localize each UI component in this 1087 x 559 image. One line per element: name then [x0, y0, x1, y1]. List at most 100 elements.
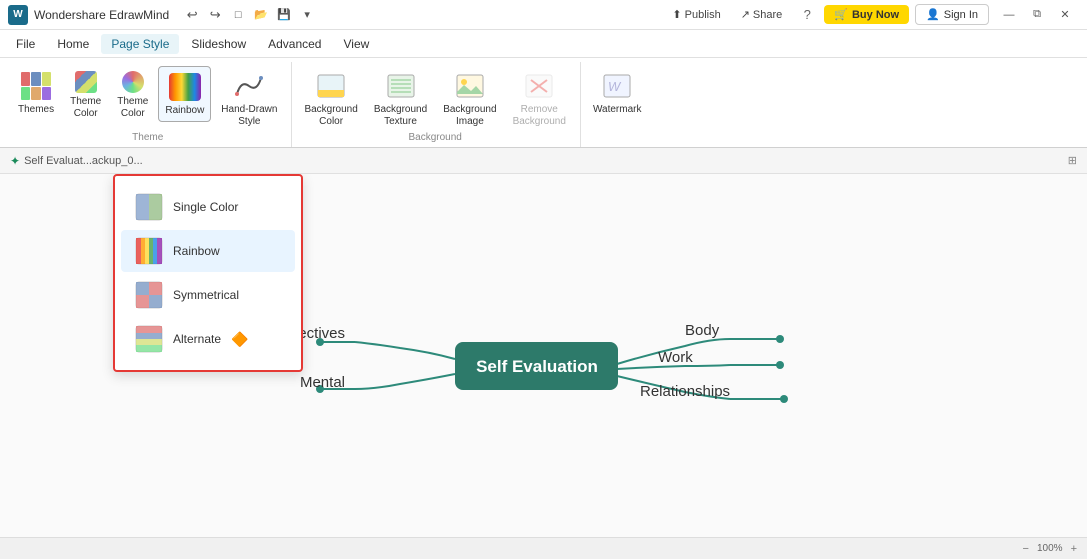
ribbon: Themes ThemeColor ThemeColor — [0, 58, 1087, 148]
rainbow-icon-dd — [135, 237, 163, 265]
window-controls: — ⧉ ✕ — [995, 4, 1079, 26]
breadcrumb-icon: ✦ — [10, 154, 20, 168]
theme-items: Themes ThemeColor ThemeColor — [12, 62, 283, 132]
breadcrumb-text: Self Evaluat...ackup_0... — [24, 155, 143, 167]
minimize-button[interactable]: — — [995, 4, 1023, 26]
dropdown-rainbow[interactable]: Rainbow — [121, 230, 295, 272]
cart-icon: 🛒 — [834, 8, 848, 21]
ribbon-group-theme: Themes ThemeColor ThemeColor — [8, 62, 292, 147]
background-texture-button[interactable]: BackgroundTexture — [368, 66, 433, 132]
menu-page-style[interactable]: Page Style — [101, 34, 179, 54]
publish-share-bar: ⬆ Publish ↗ Share ? — [666, 4, 818, 26]
menu-advanced[interactable]: Advanced — [258, 34, 331, 54]
share-icon: ↗ — [741, 8, 750, 21]
zoom-out-button[interactable]: − — [1023, 543, 1029, 555]
rainbow-icon — [169, 71, 201, 103]
buy-now-button[interactable]: 🛒 Buy Now — [824, 5, 909, 24]
theme-color2-button[interactable]: ThemeColor — [111, 66, 154, 124]
watermark-items: W Watermark — [587, 62, 648, 143]
share-button[interactable]: ↗ Share — [735, 6, 789, 23]
themes-icon — [20, 70, 52, 102]
background-items: BackgroundColor BackgroundTexture — [298, 62, 572, 132]
remove-background-icon — [523, 70, 555, 102]
hand-drawn-button[interactable]: Hand-DrawnStyle — [215, 66, 283, 132]
relationships-label: Relationships — [640, 383, 730, 400]
work-label: Work — [658, 349, 693, 366]
background-color-icon — [315, 70, 347, 102]
watermark-label: Watermark — [593, 104, 642, 116]
remove-background-button[interactable]: RemoveBackground — [507, 66, 572, 132]
undo-button[interactable]: ↩ — [181, 4, 203, 26]
publish-button[interactable]: ⬆ Publish — [666, 6, 726, 23]
background-texture-label: BackgroundTexture — [374, 104, 427, 128]
help-button[interactable]: ? — [796, 4, 818, 26]
title-bar-left: W Wondershare EdrawMind ↩ ↪ □ 📂 💾 ▾ — [8, 4, 318, 26]
ribbon-group-watermark: W Watermark — [583, 62, 656, 147]
body-label: Body — [685, 322, 720, 339]
zoom-in-button[interactable]: + — [1071, 543, 1077, 555]
svg-text:W: W — [608, 79, 622, 94]
dropdown-panel: Single Color Rainbow — [113, 174, 303, 372]
dropdown-alternate[interactable]: Alternate 🔶 — [121, 318, 295, 360]
main-area: Body Work Relationships Objectives Menta… — [0, 174, 1087, 537]
publish-icon: ⬆ — [672, 8, 681, 21]
theme-color-icon — [74, 70, 98, 94]
background-image-icon — [454, 70, 486, 102]
remove-background-label: RemoveBackground — [513, 104, 566, 128]
ribbon-group-background: BackgroundColor BackgroundTexture — [294, 62, 581, 147]
symmetrical-label: Symmetrical — [173, 288, 239, 302]
premium-badge: 🔶 — [231, 331, 248, 348]
alternate-label: Alternate — [173, 332, 221, 346]
background-image-label: BackgroundImage — [443, 104, 496, 128]
background-texture-icon — [385, 70, 417, 102]
restore-button[interactable]: ⧉ — [1023, 4, 1051, 26]
new-button[interactable]: □ — [227, 4, 249, 26]
more-button[interactable]: ▾ — [296, 4, 318, 26]
sign-in-button[interactable]: 👤 Sign In — [915, 4, 989, 25]
app-name: Wondershare EdrawMind — [34, 8, 169, 22]
menu-slideshow[interactable]: Slideshow — [181, 34, 256, 54]
single-color-label: Single Color — [173, 200, 238, 214]
themes-label: Themes — [18, 104, 54, 116]
rainbow-label: Rainbow — [165, 105, 204, 117]
single-color-icon — [135, 193, 163, 221]
watermark-icon: W — [601, 70, 633, 102]
background-color-button[interactable]: BackgroundColor — [298, 66, 363, 132]
rainbow-button[interactable]: Rainbow — [158, 66, 211, 122]
app-logo: W — [8, 5, 28, 25]
title-bar-right: ⬆ Publish ↗ Share ? 🛒 Buy Now 👤 Sign In … — [666, 4, 1079, 26]
background-image-button[interactable]: BackgroundImage — [437, 66, 502, 132]
close-button[interactable]: ✕ — [1051, 4, 1079, 26]
expand-panel-button[interactable]: ⊞ — [1068, 154, 1077, 167]
title-bar: W Wondershare EdrawMind ↩ ↪ □ 📂 💾 ▾ ⬆ Pu… — [0, 0, 1087, 30]
menu-home[interactable]: Home — [47, 34, 99, 54]
theme-color-button[interactable]: ThemeColor — [64, 66, 107, 124]
hand-drawn-label: Hand-DrawnStyle — [221, 104, 277, 128]
breadcrumb-bar: ✦ Self Evaluat...ackup_0... ⊞ — [0, 148, 1087, 174]
background-color-label: BackgroundColor — [304, 104, 357, 128]
alternate-icon — [135, 325, 163, 353]
theme-color2-icon — [121, 70, 145, 94]
redo-button[interactable]: ↪ — [204, 4, 226, 26]
save-button[interactable]: 💾 — [273, 4, 295, 26]
center-node-label: Self Evaluation — [476, 357, 598, 376]
theme-color2-label: ThemeColor — [117, 96, 148, 120]
menu-view[interactable]: View — [333, 34, 379, 54]
dropdown-single-color[interactable]: Single Color — [121, 186, 295, 228]
mental-label: Mental — [300, 374, 345, 391]
menu-file[interactable]: File — [6, 34, 45, 54]
dropdown-symmetrical[interactable]: Symmetrical — [121, 274, 295, 316]
rainbow-dd-label: Rainbow — [173, 244, 220, 258]
symmetrical-icon — [135, 281, 163, 309]
status-bar: − 100% + — [0, 537, 1087, 559]
user-icon: 👤 — [926, 8, 940, 21]
watermark-group-label — [587, 143, 648, 147]
theme-group-label: Theme — [12, 132, 283, 147]
watermark-button[interactable]: W Watermark — [587, 66, 648, 120]
background-group-label: Background — [298, 132, 572, 147]
open-button[interactable]: 📂 — [250, 4, 272, 26]
hand-drawn-icon — [233, 70, 265, 102]
themes-button[interactable]: Themes — [12, 66, 60, 120]
menu-bar: File Home Page Style Slideshow Advanced … — [0, 30, 1087, 58]
theme-color-label: ThemeColor — [70, 96, 101, 120]
